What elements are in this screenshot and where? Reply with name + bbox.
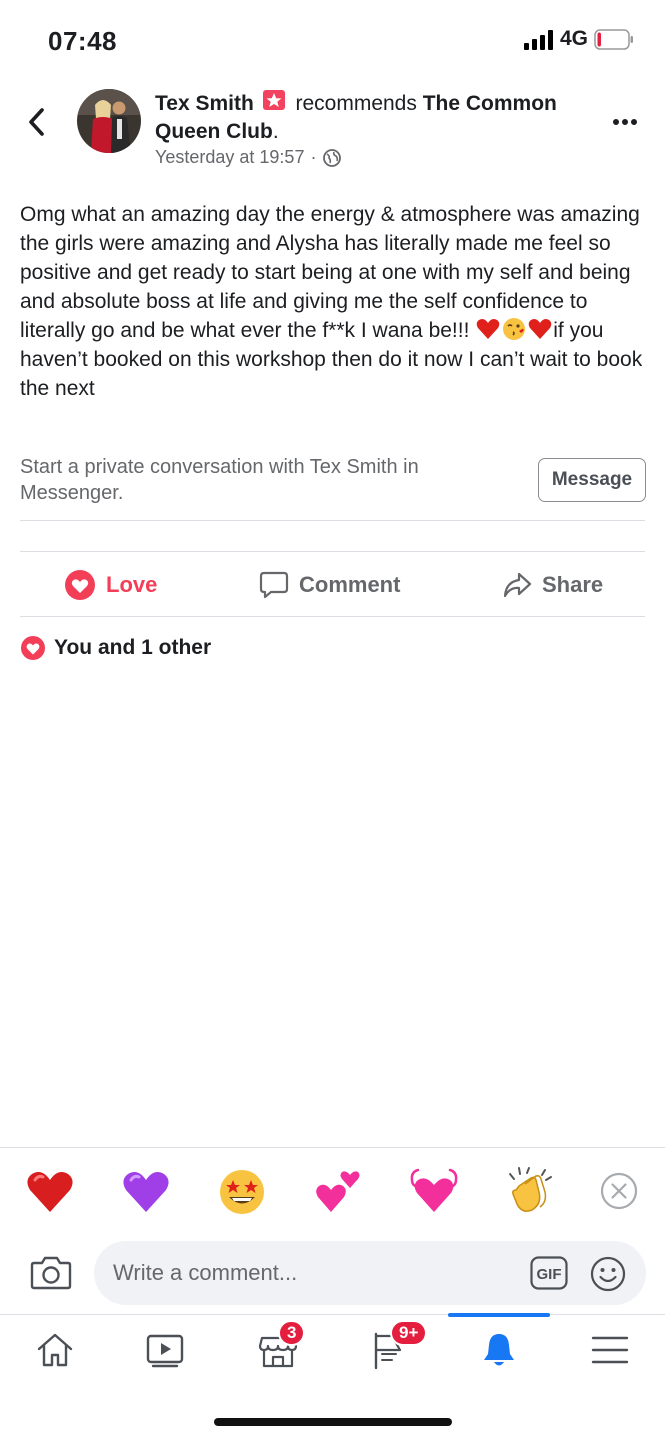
message-button[interactable]: Message [538,458,646,502]
clapping-hands-icon[interactable] [505,1166,555,1216]
love-label: Love [106,572,158,597]
status-time: 07:48 [48,26,117,56]
share-button[interactable]: Share [502,566,603,604]
love-reaction-icon [21,636,45,660]
divider [20,551,645,552]
post-timestamp[interactable]: Yesterday at 19:57 [155,147,304,168]
messenger-prompt-text: Start a private conversation with Tex Sm… [20,456,419,504]
love-reaction-icon [65,570,95,600]
reactions-summary[interactable]: You and 1 other [20,635,211,661]
tab-pages[interactable]: 9+ [370,1320,428,1370]
divider [20,616,645,617]
two-hearts-icon[interactable] [313,1166,363,1216]
divider [0,1314,665,1315]
post-body: Omg what an amazing day the energy & atm… [20,200,650,403]
header-period: . [272,120,279,143]
signal-icon [524,30,553,50]
emoji-picker-icon[interactable] [590,1256,626,1292]
purple-heart-icon[interactable] [121,1166,171,1216]
camera-icon[interactable] [30,1253,72,1291]
share-icon [503,572,532,598]
love-button[interactable]: Love [64,566,157,604]
post-header-text: Tex Smith recommends The Common Queen Cl… [155,89,600,146]
status-bar: 07:48 4G [0,0,665,80]
growing-heart-icon[interactable] [409,1166,459,1216]
home-icon[interactable] [35,1330,75,1370]
post-meta: Yesterday at 19:57 · [155,147,342,168]
globe-icon [323,148,342,167]
home-indicator [214,1418,452,1426]
heart-emoji-icon [476,319,500,339]
more-options-icon[interactable] [610,112,640,132]
back-chevron-icon[interactable] [24,104,54,140]
share-label: Share [542,572,604,597]
svg-text:GIF: GIF [537,1266,562,1283]
comment-label: Comment [299,572,401,597]
gif-button[interactable]: GIF [530,1256,568,1290]
author-name[interactable]: Tex Smith [155,92,254,115]
notifications-bell-icon[interactable] [479,1330,519,1370]
watch-video-icon[interactable] [145,1330,185,1370]
avatar[interactable] [77,89,141,153]
gif-icon: GIF [530,1256,568,1290]
recommend-action-text: recommends [295,92,417,115]
menu-hamburger-icon[interactable] [590,1330,630,1370]
reactions-count-text: You and 1 other [54,636,212,659]
active-tab-indicator [448,1313,550,1317]
marketplace-badge: 3 [278,1320,306,1346]
divider [0,1147,665,1148]
comment-icon [259,571,289,599]
pages-badge: 9+ [390,1320,428,1346]
network-type: 4G [560,27,589,50]
comment-button[interactable]: Comment [259,566,400,604]
heart-emoji-icon [528,319,552,339]
red-heart-icon[interactable] [25,1166,75,1216]
close-icon[interactable] [600,1172,638,1210]
recommend-star-icon [262,90,285,110]
star-struck-icon[interactable] [217,1166,267,1216]
meta-separator: · [310,147,317,167]
divider [20,520,645,521]
kissing-face-emoji-icon [503,318,526,340]
tab-marketplace[interactable]: 3 [258,1320,306,1370]
battery-icon [594,29,633,50]
